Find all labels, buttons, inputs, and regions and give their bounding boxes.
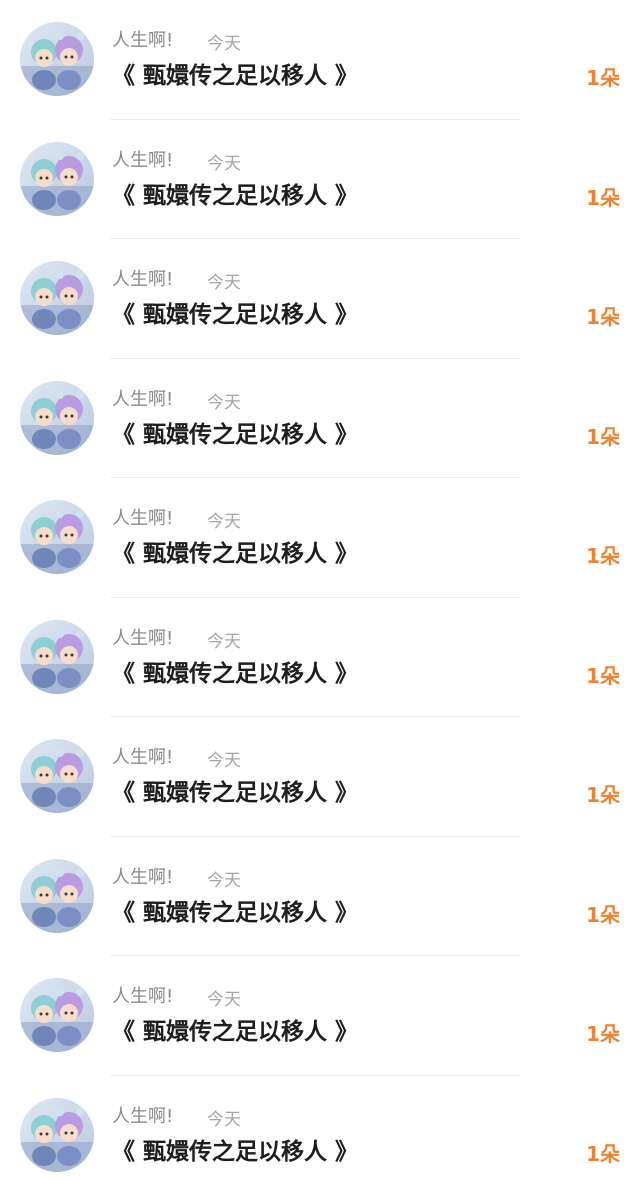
list-item[interactable]: 人生啊! 今天 《 甄嬛传之足以移人 》 1朵 xyxy=(0,359,640,479)
item-title: 《 甄嬛传之足以移人 》 xyxy=(112,302,359,328)
gift-record-list: 人生啊! 今天 《 甄嬛传之足以移人 》 1朵 人生啊! 今天 《 甄嬛传之足以… xyxy=(0,0,640,1182)
username: 人生啊! xyxy=(112,508,174,529)
flower-count: 1朵 xyxy=(586,66,620,90)
item-title: 《 甄嬛传之足以移人 》 xyxy=(112,899,359,926)
timestamp: 今天 xyxy=(207,1109,241,1130)
timestamp: 今天 xyxy=(207,153,241,174)
timestamp: 今天 xyxy=(207,870,241,891)
username: 人生啊! xyxy=(112,388,174,410)
avatar[interactable] xyxy=(20,141,94,216)
avatar[interactable] xyxy=(20,1097,94,1172)
flower-count: 1朵 xyxy=(586,544,620,568)
list-item[interactable]: 人生啊! 今天 《 甄嬛传之足以移人 》 1朵 xyxy=(0,239,640,359)
avatar[interactable] xyxy=(20,858,94,933)
avatar[interactable] xyxy=(20,261,94,335)
item-title: 《 甄嬛传之足以移人 》 xyxy=(112,660,359,687)
item-title: 《 甄嬛传之足以移人 》 xyxy=(112,182,359,209)
timestamp: 今天 xyxy=(207,34,241,54)
avatar[interactable] xyxy=(20,739,94,813)
flower-count: 1朵 xyxy=(586,902,620,927)
avatar[interactable] xyxy=(20,380,94,455)
username: 人生啊! xyxy=(112,30,174,51)
timestamp: 今天 xyxy=(207,990,241,1010)
avatar[interactable] xyxy=(20,619,94,694)
username: 人生啊! xyxy=(112,269,174,290)
timestamp: 今天 xyxy=(207,273,241,293)
avatar[interactable] xyxy=(20,978,94,1052)
avatar[interactable] xyxy=(20,22,94,96)
item-title: 《 甄嬛传之足以移人 》 xyxy=(112,421,359,448)
flower-count: 1朵 xyxy=(586,663,620,688)
timestamp: 今天 xyxy=(207,392,241,413)
item-title: 《 甄嬛传之足以移人 》 xyxy=(112,541,359,567)
list-item[interactable]: 人生啊! 今天 《 甄嬛传之足以移人 》 1朵 xyxy=(0,837,640,957)
username: 人生啊! xyxy=(112,866,174,888)
item-title: 《 甄嬛传之足以移人 》 xyxy=(112,1138,359,1165)
list-item[interactable]: 人生啊! 今天 《 甄嬛传之足以移人 》 1朵 xyxy=(0,1076,640,1182)
username: 人生啊! xyxy=(112,747,174,768)
username: 人生啊! xyxy=(112,1105,174,1127)
username: 人生啊! xyxy=(112,627,174,649)
avatar[interactable] xyxy=(20,500,94,574)
flower-count: 1朵 xyxy=(586,783,620,807)
timestamp: 今天 xyxy=(207,751,241,771)
flower-count: 1朵 xyxy=(586,1022,620,1046)
flower-count: 1朵 xyxy=(586,305,620,329)
list-item[interactable]: 人生啊! 今天 《 甄嬛传之足以移人 》 1朵 xyxy=(0,120,640,240)
item-title: 《 甄嬛传之足以移人 》 xyxy=(112,780,359,806)
list-item[interactable]: 人生啊! 今天 《 甄嬛传之足以移人 》 1朵 xyxy=(0,717,640,837)
flower-count: 1朵 xyxy=(586,185,620,210)
list-item[interactable]: 人生啊! 今天 《 甄嬛传之足以移人 》 1朵 xyxy=(0,956,640,1076)
item-title: 《 甄嬛传之足以移人 》 xyxy=(112,63,359,89)
item-title: 《 甄嬛传之足以移人 》 xyxy=(112,1019,359,1045)
username: 人生啊! xyxy=(112,149,174,171)
username: 人生啊! xyxy=(112,986,174,1007)
flower-count: 1朵 xyxy=(586,1141,620,1166)
list-item[interactable]: 人生啊! 今天 《 甄嬛传之足以移人 》 1朵 xyxy=(0,478,640,598)
list-item[interactable]: 人生啊! 今天 《 甄嬛传之足以移人 》 1朵 xyxy=(0,598,640,718)
flower-count: 1朵 xyxy=(586,424,620,449)
list-item[interactable]: 人生啊! 今天 《 甄嬛传之足以移人 》 1朵 xyxy=(0,0,640,120)
timestamp: 今天 xyxy=(207,631,241,652)
timestamp: 今天 xyxy=(207,512,241,532)
